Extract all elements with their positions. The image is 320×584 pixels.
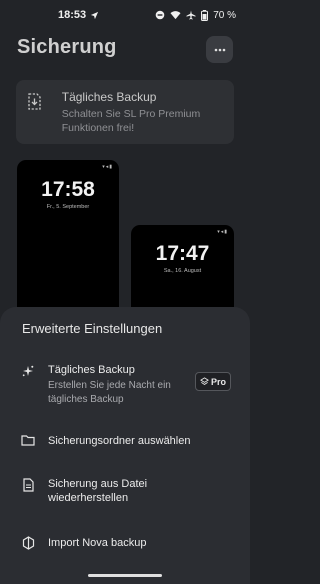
sheet-title: Erweiterte Einstellungen xyxy=(22,321,163,336)
sparkle-icon xyxy=(22,365,34,377)
preview-date: Sa., 16. August xyxy=(163,268,202,274)
import-nova-backup-item[interactable]: Import Nova backup xyxy=(0,536,250,550)
item-sublabel: Erstellen Sie jede Nacht ein tägliches B… xyxy=(48,380,171,405)
backup-icon xyxy=(26,93,42,111)
promo-subtitle: Schalten Sie SL Pro Premium Funktionen f… xyxy=(61,108,201,134)
backup-preview-1[interactable]: ▾◂▮ 17:58 Fr., 5. September xyxy=(17,160,119,320)
preview-status-icons: ▾◂▮ xyxy=(217,229,228,235)
promo-title: Tägliches Backup xyxy=(61,90,157,104)
battery-icon xyxy=(201,9,209,21)
more-horizontal-icon xyxy=(214,48,226,52)
nova-icon xyxy=(22,536,35,550)
battery-level: 70 % xyxy=(213,9,236,21)
dnd-icon xyxy=(155,10,165,20)
item-label: Sicherung aus Datei wiederherstellen xyxy=(48,478,148,504)
folder-icon xyxy=(21,434,35,446)
navigation-arrow-icon xyxy=(90,11,99,20)
file-icon xyxy=(22,478,34,492)
daily-backup-promo-card[interactable]: Tägliches Backup Schalten Sie SL Pro Pre… xyxy=(16,80,234,144)
advanced-settings-sheet: Erweiterte Einstellungen Tägliches Backu… xyxy=(0,307,250,584)
layers-icon xyxy=(200,377,209,386)
pro-badge-label: Pro xyxy=(210,376,226,387)
item-label: Import Nova backup xyxy=(48,537,147,549)
preview-clock: 17:47 xyxy=(155,242,210,265)
pro-badge: Pro xyxy=(195,372,231,391)
wifi-icon xyxy=(170,10,181,20)
preview-status-icons: ▾◂▮ xyxy=(102,164,113,170)
restore-from-file-item[interactable]: Sicherung aus Datei wiederherstellen xyxy=(0,477,250,505)
preview-clock: 17:58 xyxy=(41,178,95,201)
status-time: 18:53 xyxy=(58,9,87,21)
status-bar: 18:53 70 % xyxy=(0,0,250,30)
item-label: Sicherungsordner auswählen xyxy=(48,435,191,447)
airplane-icon xyxy=(186,10,196,20)
more-options-button[interactable] xyxy=(206,36,233,63)
preview-date: Fr., 5. September xyxy=(46,204,90,210)
item-label: Tägliches Backup xyxy=(48,364,135,376)
page-title: Sicherung xyxy=(17,36,117,58)
backup-preview-2[interactable]: ▾◂▮ 17:47 Sa., 16. August xyxy=(131,225,234,320)
home-indicator[interactable] xyxy=(88,574,162,577)
choose-backup-folder-item[interactable]: Sicherungsordner auswählen xyxy=(0,434,250,448)
